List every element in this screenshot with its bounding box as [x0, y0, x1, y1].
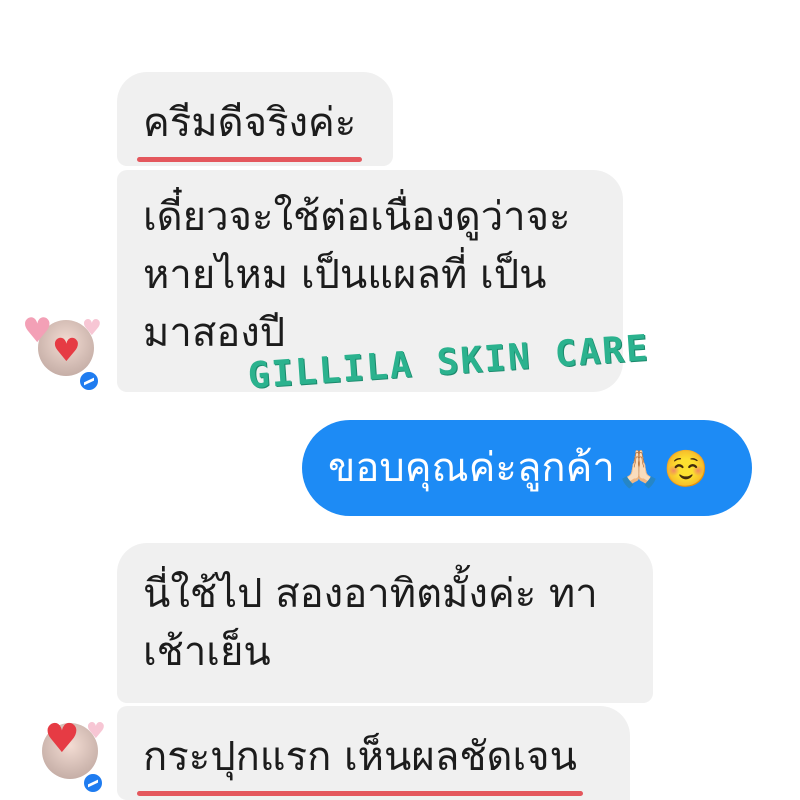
- message-bubble-incoming[interactable]: ครีมดีจริงค่ะ: [117, 72, 393, 166]
- heart-icon: ♥: [52, 331, 81, 369]
- messenger-icon: [82, 772, 104, 794]
- heart-icon: ♥: [44, 716, 80, 762]
- chat-thread: ครีมดีจริงค่ะ เดี๋ยวจะใช้ต่อเนื่องดูว่าจ…: [0, 0, 800, 800]
- message-text: ขอบคุณค่ะลูกค้า: [328, 445, 615, 491]
- message-line: หายไหม เป็นแผลที่ เป็น: [143, 252, 547, 298]
- contact-avatar[interactable]: ♥ ♥ ♥: [22, 314, 102, 376]
- folded-hands-icon: 🙏🏻: [616, 449, 662, 490]
- message-text: ครีมดีจริงค่ะ: [136, 94, 363, 162]
- messenger-icon: [78, 370, 100, 392]
- message-text: กระปุกแรก เห็นผลชัดเจน: [137, 728, 583, 796]
- contact-avatar[interactable]: ♥ ♥: [42, 719, 106, 779]
- message-line: เช้าเย็น: [143, 629, 271, 675]
- message-bubble-incoming[interactable]: นี่ใช้ไป สองอาทิตมั้งค่ะ ทา เช้าเย็น: [117, 543, 653, 703]
- message-line: นี่ใช้ไป สองอาทิตมั้งค่ะ ทา: [143, 571, 598, 617]
- message-bubble-outgoing[interactable]: ขอบคุณค่ะลูกค้า🙏🏻☺️: [302, 420, 752, 516]
- heart-icon: ♥: [22, 311, 53, 351]
- heart-icon: ♥: [86, 719, 106, 744]
- heart-icon: ♥: [82, 316, 102, 341]
- smiling-face-icon: ☺️: [663, 449, 709, 490]
- message-line: เดี๋ยวจะใช้ต่อเนื่องดูว่าจะ: [143, 194, 571, 240]
- message-bubble-incoming[interactable]: กระปุกแรก เห็นผลชัดเจน: [117, 706, 630, 800]
